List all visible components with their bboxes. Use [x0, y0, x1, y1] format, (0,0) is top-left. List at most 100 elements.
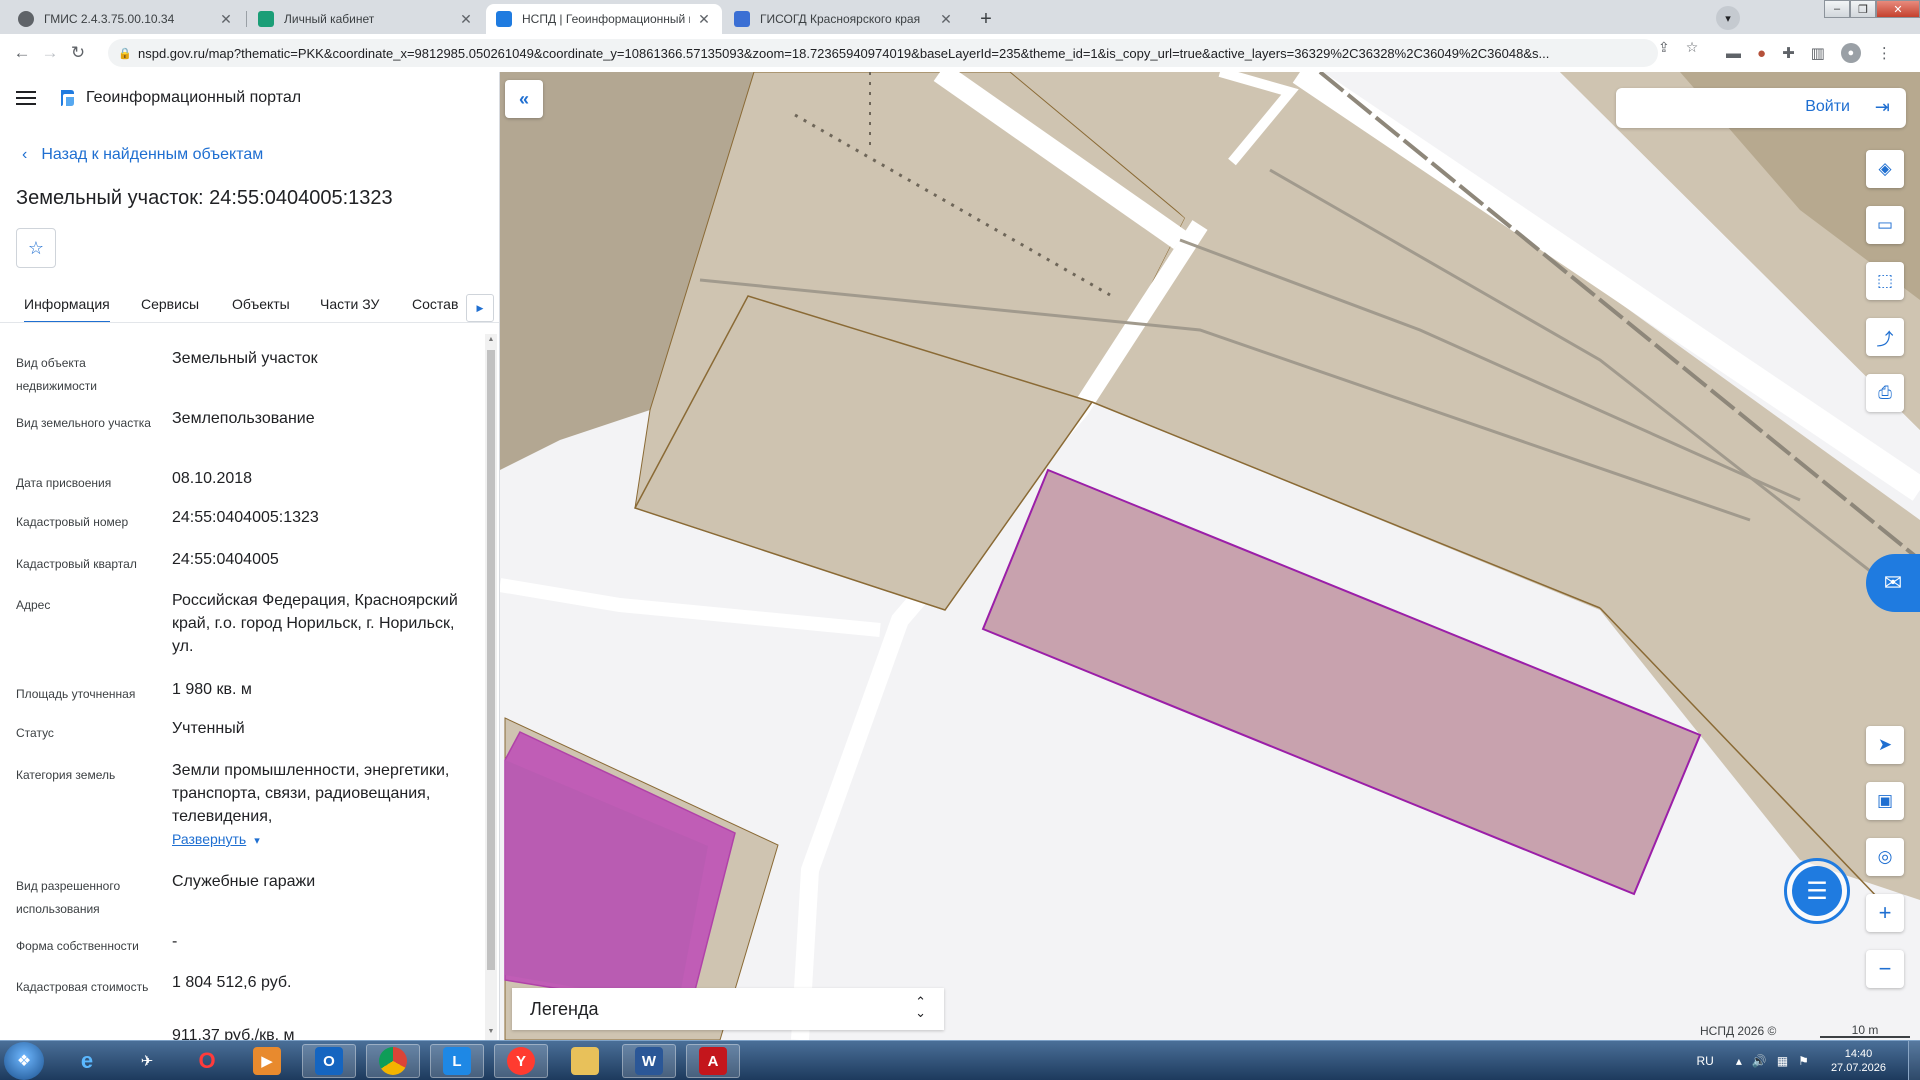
minimize-button[interactable]: – [1824, 0, 1850, 18]
printer-icon: ⎙ [1878, 383, 1892, 402]
menu-icon[interactable] [16, 91, 36, 105]
close-tab-icon[interactable]: ✕ [696, 11, 712, 28]
share-icon[interactable]: ⇪ [1658, 39, 1670, 56]
legend-panel[interactable]: Легенда ⌃ ⌄ [512, 988, 944, 1030]
close-window-button[interactable]: ✕ [1876, 0, 1920, 18]
feedback-tab[interactable]: ✉ [1866, 554, 1920, 612]
volume-icon[interactable]: 🔊 [1752, 1054, 1767, 1068]
profile-avatar[interactable]: ● [1840, 43, 1861, 63]
object-title: Земельный участок: 24:55:0404005:1323 [16, 187, 393, 209]
flag-icon[interactable]: ⚑ [1798, 1054, 1809, 1068]
chrome-icon [379, 1047, 407, 1075]
taskbar-ie[interactable]: e [60, 1044, 114, 1078]
back-to-results-link[interactable]: ‹ Назад к найденным объектам [22, 146, 263, 164]
tray-chevron-icon[interactable]: ▴ [1736, 1054, 1742, 1068]
taskbar-opera[interactable]: O [180, 1044, 234, 1078]
prop-key: Адрес [16, 598, 51, 612]
menu-dots-icon[interactable]: ⋮ [1877, 44, 1892, 62]
puzzle-icon[interactable]: ✚ [1782, 44, 1795, 62]
language-indicator[interactable]: RU [1697, 1054, 1714, 1068]
close-tab-icon[interactable]: ✕ [218, 11, 234, 28]
locate-point-button[interactable]: ◎ [1866, 838, 1904, 876]
login-button[interactable]: Войти ⇥ [1616, 88, 1906, 128]
prop-value: 911,37 руб./кв. м [172, 1027, 295, 1040]
prop-value: Земельный участок [172, 350, 318, 367]
taskbar-explorer[interactable] [558, 1044, 612, 1078]
prop-key: Кадастровый квартал [16, 557, 137, 571]
taskbar-yandex[interactable]: Y [494, 1044, 548, 1078]
layers-icon: ◈ [1878, 159, 1892, 178]
clock-date: 27.07.2026 [1830, 1062, 1886, 1074]
expand-collapse-icon[interactable]: ⌃ ⌄ [915, 995, 926, 1019]
extension-icon[interactable]: ▬ [1726, 45, 1741, 62]
taskbar-media[interactable]: ▶ [240, 1044, 294, 1078]
prop-key: Кадастровая стоимость [16, 980, 149, 994]
browser-tab-cabinet[interactable]: Личный кабинет ✕ [248, 4, 484, 34]
area-select-button[interactable]: ⬚ [1866, 262, 1904, 300]
new-tab-button[interactable]: + [972, 5, 1000, 33]
prop-value: Земли промышленности, энергетики, трансп… [172, 759, 472, 853]
taskbar-chrome[interactable] [366, 1044, 420, 1078]
prop-key: Дата присвоения [16, 476, 112, 490]
network-icon[interactable]: ▦ [1777, 1054, 1788, 1068]
scroll-up-icon[interactable]: ▲ [487, 336, 495, 343]
tab-parts[interactable]: Части ЗУ [320, 296, 379, 312]
select-area-icon: ⬚ [1876, 271, 1894, 290]
taskbar-word[interactable]: W [622, 1044, 676, 1078]
measure-button[interactable]: ▭ [1866, 206, 1904, 244]
panel-scrollbar[interactable]: ▲ ▼ [485, 334, 497, 1040]
print-button[interactable]: ⎙ [1866, 374, 1904, 412]
chevron-down-icon[interactable]: ▾ [254, 830, 260, 853]
omnibox-actions: ⇪ ☆ [1658, 39, 1698, 56]
tab-objects[interactable]: Объекты [232, 296, 290, 312]
close-tab-icon[interactable]: ✕ [458, 11, 474, 28]
map-canvas[interactable] [500, 72, 1920, 1040]
browser-tab-nspd[interactable]: НСПД | Геоинформационный п ✕ [486, 4, 722, 34]
taskbar-outlook[interactable]: O [302, 1044, 356, 1078]
minimap-button[interactable]: ▣ [1866, 782, 1904, 820]
prop-value: Учтенный [172, 720, 245, 737]
browser-tab-gisogd[interactable]: ГИСОГД Красноярского края ✕ [724, 4, 964, 34]
reload-icon[interactable]: ↻ [64, 39, 92, 67]
scrollbar-thumb[interactable] [487, 350, 495, 970]
taskbar-acrobat[interactable]: A [686, 1044, 740, 1078]
side-panel-icon[interactable]: ▥ [1811, 44, 1825, 62]
chat-assistant-button[interactable]: ☰ [1784, 858, 1850, 924]
prop-value: 1 980 кв. м [172, 681, 252, 698]
browser-tab-gmis[interactable]: ГМИС 2.4.3.75.00.10.34 ✕ [8, 4, 244, 34]
prop-value: Землепользование [172, 410, 315, 427]
tabs-scroll-right-icon[interactable]: ▶ [466, 294, 494, 322]
bookmark-star-icon[interactable]: ☆ [1686, 39, 1699, 56]
maximize-button[interactable]: ❐ [1850, 0, 1876, 18]
show-desktop-button[interactable] [1908, 1041, 1920, 1080]
scroll-down-icon[interactable]: ▼ [487, 1028, 495, 1035]
tab-services[interactable]: Сервисы [141, 296, 199, 312]
acrobat-icon: A [699, 1047, 727, 1075]
taskbar-lync[interactable]: L [430, 1044, 484, 1078]
chevron-left-icon: ‹ [22, 146, 28, 163]
share-map-button[interactable]: ⤴ [1866, 318, 1904, 356]
expand-link[interactable]: Развернуть [172, 831, 246, 847]
address-bar[interactable]: 🔒 nspd.gov.ru/map?thematic=PKK&coordinat… [108, 39, 1658, 67]
taskbar-app[interactable]: ✈ [120, 1044, 174, 1078]
close-tab-icon[interactable]: ✕ [938, 11, 954, 28]
tab-search-icon[interactable]: ▾ [1716, 6, 1740, 30]
zoom-in-button[interactable]: + [1866, 894, 1904, 932]
lync-icon: L [443, 1047, 471, 1075]
tab-composition[interactable]: Состав [412, 296, 458, 312]
browser-tab-strip: ГМИС 2.4.3.75.00.10.34 ✕ Личный кабинет … [0, 0, 1920, 34]
prop-value-text: Земли промышленности, энергетики, трансп… [172, 762, 450, 825]
object-info-panel: Геоинформационный портал ‹ Назад к найде… [0, 72, 500, 1040]
prop-key: Статус [16, 726, 54, 740]
favorite-button[interactable]: ☆ [16, 228, 56, 268]
back-arrow-icon[interactable]: ← [8, 39, 36, 67]
extension-icon[interactable]: ● [1757, 45, 1766, 62]
zoom-out-button[interactable]: − [1866, 950, 1904, 988]
clock[interactable]: 14:40 27.07.2026 [1831, 1047, 1886, 1075]
tab-information[interactable]: Информация [24, 296, 110, 323]
collapse-panel-button[interactable]: « [505, 80, 543, 118]
layers-button[interactable]: ◈ [1866, 150, 1904, 188]
forward-arrow-icon[interactable]: → [36, 39, 64, 67]
start-button[interactable]: ❖ [4, 1042, 44, 1080]
geolocation-button[interactable]: ➤ [1866, 726, 1904, 764]
